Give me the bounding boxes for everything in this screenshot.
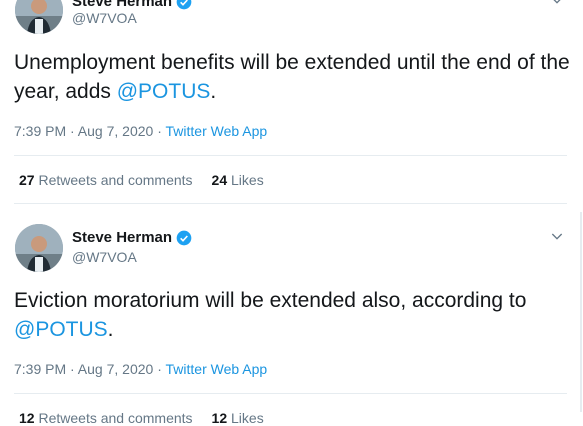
verified-badge-icon xyxy=(176,230,192,245)
author-row: Steve Herman xyxy=(72,229,192,246)
divider xyxy=(14,155,567,156)
retweets-count: 12 xyxy=(19,410,35,426)
tweet-text: Eviction moratorium will be extended als… xyxy=(14,286,574,344)
tweet-text-body: Eviction moratorium will be extended als… xyxy=(14,289,527,312)
likes-count: 12 xyxy=(211,410,228,426)
tweet-stats: 27 Retweets and comments 24 Likes xyxy=(19,172,264,188)
avatar[interactable] xyxy=(15,224,63,272)
likes-label: Likes xyxy=(231,410,264,426)
retweets-label: Retweets and comments xyxy=(38,410,193,426)
author-handle[interactable]: @W7VOA xyxy=(72,249,137,265)
retweets-stat[interactable]: 12 Retweets and comments xyxy=(19,410,193,426)
retweets-label: Retweets and comments xyxy=(38,172,193,188)
author-name[interactable]: Steve Herman xyxy=(72,0,172,10)
tweet-stats: 12 Retweets and comments 12 Likes xyxy=(19,410,264,426)
likes-stat[interactable]: 24 Likes xyxy=(212,172,264,188)
mention-link[interactable]: @POTUS xyxy=(117,80,211,103)
tweet-text-end: . xyxy=(107,318,114,341)
scrollbar-track[interactable] xyxy=(580,212,582,412)
divider xyxy=(14,203,567,204)
retweets-count: 27 xyxy=(19,172,35,188)
avatar[interactable] xyxy=(15,0,63,34)
timestamp[interactable]: 7:39 PM · Aug 7, 2020 xyxy=(14,123,153,139)
likes-label: Likes xyxy=(231,172,264,188)
meta-separator: · xyxy=(153,123,166,139)
tweet-text-end: . xyxy=(210,80,217,103)
source-app-link[interactable]: Twitter Web App xyxy=(166,361,268,377)
meta-separator: · xyxy=(153,361,166,377)
author-handle[interactable]: @W7VOA xyxy=(72,10,137,26)
tweet-meta: 7:39 PM · Aug 7, 2020 · Twitter Web App xyxy=(14,361,267,377)
tweet-text-body: Unemployment benefits will be extended u… xyxy=(14,51,570,103)
divider xyxy=(14,393,567,394)
tweet-text: Unemployment benefits will be extended u… xyxy=(14,48,574,106)
author-name[interactable]: Steve Herman xyxy=(72,229,172,246)
retweets-stat[interactable]: 27 Retweets and comments xyxy=(19,172,193,188)
timestamp[interactable]: 7:39 PM · Aug 7, 2020 xyxy=(14,361,153,377)
author-row: Steve Herman xyxy=(72,0,192,10)
mention-link[interactable]: @POTUS xyxy=(14,318,108,341)
chevron-down-icon[interactable] xyxy=(549,0,565,8)
chevron-down-icon[interactable] xyxy=(549,228,565,244)
verified-badge-icon xyxy=(176,0,192,9)
likes-stat[interactable]: 12 Likes xyxy=(212,410,264,426)
tweet-meta: 7:39 PM · Aug 7, 2020 · Twitter Web App xyxy=(14,123,267,139)
source-app-link[interactable]: Twitter Web App xyxy=(166,123,268,139)
likes-count: 24 xyxy=(211,172,228,188)
